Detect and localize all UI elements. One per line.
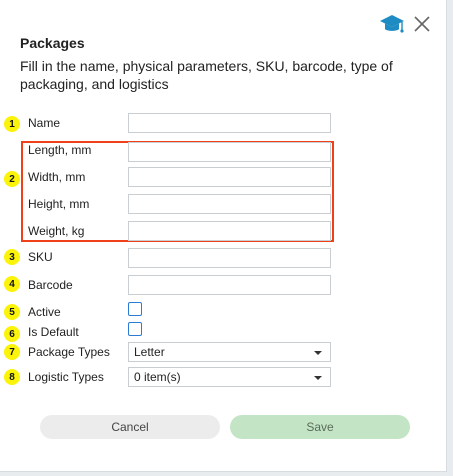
length-input[interactable] bbox=[128, 142, 331, 162]
dropdown-arrow-icon bbox=[314, 376, 322, 380]
active-label: Active bbox=[28, 305, 61, 319]
step-badge: 6 bbox=[4, 326, 20, 342]
width-label: Width, mm bbox=[28, 170, 86, 184]
length-label: Length, mm bbox=[28, 143, 92, 157]
step-badge: 5 bbox=[4, 304, 20, 320]
step-badge: 1 bbox=[4, 116, 20, 132]
dropdown-arrow-icon bbox=[314, 351, 322, 355]
is-default-checkbox[interactable] bbox=[128, 322, 142, 336]
step-badge: 4 bbox=[4, 276, 20, 292]
close-icon[interactable] bbox=[413, 15, 431, 33]
save-button[interactable]: Save bbox=[230, 415, 410, 439]
package-types-select[interactable]: Letter bbox=[128, 342, 331, 362]
step-badge: 7 bbox=[4, 344, 20, 360]
name-label: Name bbox=[28, 116, 61, 130]
weight-label: Weight, kg bbox=[28, 224, 85, 238]
step-badge: 3 bbox=[4, 249, 20, 265]
dialog-header-icons bbox=[379, 13, 431, 35]
step-badge: 8 bbox=[4, 369, 20, 385]
width-input[interactable] bbox=[128, 167, 331, 187]
logistic-types-label: Logistic Types bbox=[28, 370, 104, 384]
height-input[interactable] bbox=[128, 194, 331, 214]
package-types-value: Letter bbox=[134, 345, 165, 359]
package-types-label: Package Types bbox=[28, 345, 110, 359]
logistic-types-value: 0 item(s) bbox=[134, 370, 181, 384]
sku-label: SKU bbox=[28, 250, 53, 264]
dialog-subtitle: Fill in the name, physical parameters, S… bbox=[20, 58, 393, 92]
height-label: Height, mm bbox=[28, 197, 90, 211]
active-checkbox[interactable] bbox=[128, 302, 142, 316]
weight-input[interactable] bbox=[128, 221, 331, 241]
name-input[interactable] bbox=[128, 113, 331, 133]
barcode-input[interactable] bbox=[128, 275, 331, 295]
cancel-button[interactable]: Cancel bbox=[40, 415, 220, 439]
dialog-title: Packages bbox=[20, 35, 85, 51]
step-badge: 2 bbox=[4, 171, 20, 187]
packages-dialog: Packages Fill in the name, physical para… bbox=[0, 0, 447, 472]
sku-input[interactable] bbox=[128, 248, 331, 268]
is-default-label: Is Default bbox=[28, 325, 79, 339]
logistic-types-select[interactable]: 0 item(s) bbox=[128, 367, 331, 387]
barcode-label: Barcode bbox=[28, 278, 73, 292]
graduation-cap-icon[interactable] bbox=[379, 13, 405, 35]
